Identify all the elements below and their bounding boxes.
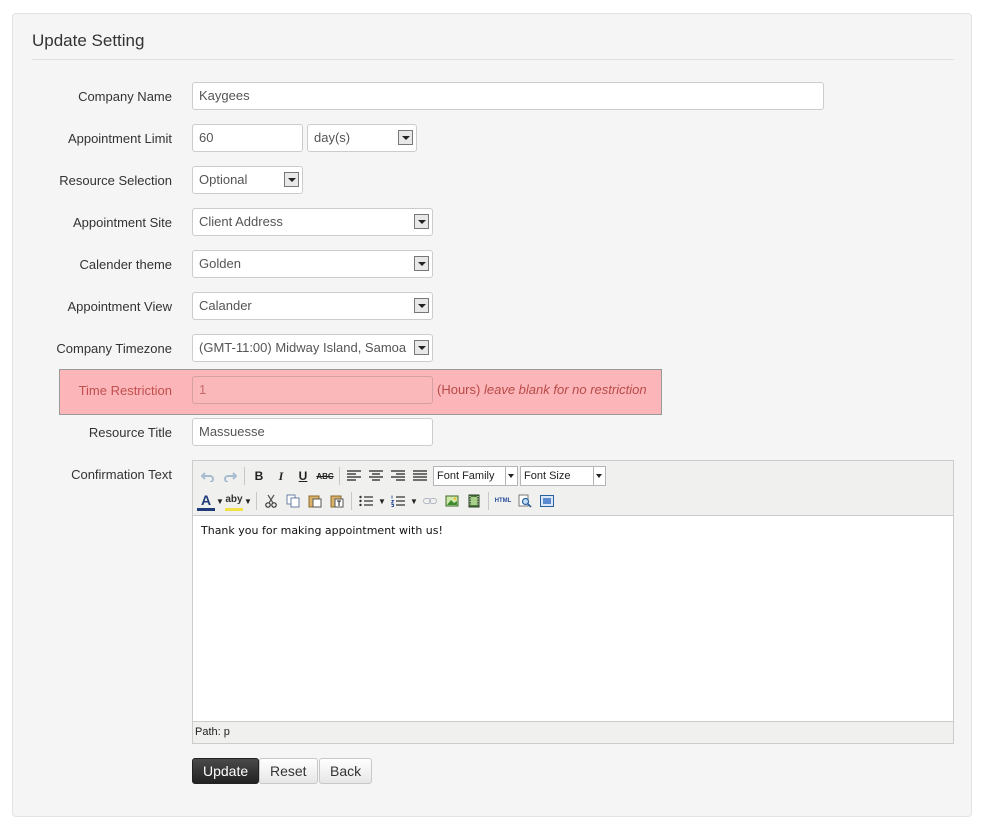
resource-selection-label: Resource Selection	[59, 173, 172, 188]
appointment-limit-unit-select[interactable]: day(s)	[307, 124, 417, 152]
redo-icon[interactable]	[219, 465, 241, 487]
editor-path-status: Path: p	[195, 726, 230, 738]
time-restriction-label: Time Restriction	[78, 383, 172, 398]
appointment-limit-input[interactable]: 60	[192, 124, 303, 152]
appointment-site-value: Client Address	[199, 214, 283, 229]
calendar-theme-label: Calender theme	[79, 257, 173, 272]
cut-icon[interactable]	[260, 490, 282, 512]
rich-text-editor: B I U ABC Font Family Font Size A ▼ aby …	[192, 460, 954, 744]
chevron-down-icon	[414, 214, 429, 229]
resource-title-input[interactable]: Massuesse	[192, 418, 433, 446]
company-timezone-value: (GMT-11:00) Midway Island, Samoa	[199, 340, 407, 355]
media-icon[interactable]	[463, 490, 485, 512]
time-restriction-hint-text: leave blank for no restriction	[483, 382, 647, 397]
appointment-site-label: Appointment Site	[72, 215, 172, 230]
chevron-down-icon	[398, 130, 413, 145]
calendar-theme-select[interactable]: Golden	[192, 250, 433, 278]
bullet-list-icon[interactable]	[355, 490, 377, 512]
align-justify-icon[interactable]	[409, 465, 431, 487]
numbered-list-icon[interactable]	[387, 490, 409, 512]
company-timezone-select[interactable]: (GMT-11:00) Midway Island, Samoa	[192, 334, 433, 362]
undo-icon[interactable]	[197, 465, 219, 487]
italic-icon[interactable]: I	[270, 465, 292, 487]
underline-icon[interactable]: U	[292, 465, 314, 487]
bullet-list-dropdown-icon[interactable]: ▼	[377, 490, 387, 512]
time-restriction-input[interactable]: 1	[192, 376, 433, 404]
text-color-dropdown-icon[interactable]: ▼	[215, 490, 225, 512]
appointment-view-label: Appointment View	[67, 299, 172, 314]
copy-icon[interactable]	[282, 490, 304, 512]
align-right-icon[interactable]	[387, 465, 409, 487]
paste-text-icon[interactable]	[326, 490, 348, 512]
font-size-select[interactable]: Font Size	[520, 466, 606, 486]
toolbar-separator	[244, 467, 245, 485]
appointment-limit-label: Appointment Limit	[67, 131, 172, 146]
company-timezone-label: Company Timezone	[56, 341, 172, 356]
image-icon[interactable]	[441, 490, 463, 512]
align-center-icon[interactable]	[365, 465, 387, 487]
preview-icon[interactable]	[514, 490, 536, 512]
chevron-down-icon	[284, 172, 299, 187]
page-title: Update Setting	[32, 31, 145, 50]
appointment-view-value: Calander	[199, 298, 252, 313]
appointment-limit-unit-value: day(s)	[314, 130, 351, 145]
chevron-down-icon	[414, 340, 429, 355]
appointment-view-select[interactable]: Calander	[192, 292, 433, 320]
toolbar-separator	[351, 492, 352, 510]
chevron-down-icon	[414, 256, 429, 271]
toolbar-separator	[339, 467, 340, 485]
editor-toolbar-row-2: A ▼ aby ▼ ▼ ▼ HTML	[197, 490, 558, 512]
editor-content-area[interactable]: Thank you for making appointment with us…	[193, 515, 953, 722]
chevron-down-icon	[414, 298, 429, 313]
bold-icon[interactable]: B	[248, 465, 270, 487]
company-name-label: Company Name	[78, 89, 172, 104]
calendar-theme-value: Golden	[199, 256, 241, 271]
title-divider	[32, 59, 954, 60]
font-family-select[interactable]: Font Family	[433, 466, 518, 486]
resource-title-label: Resource Title	[88, 425, 172, 440]
strikethrough-icon[interactable]: ABC	[314, 465, 336, 487]
paste-icon[interactable]	[304, 490, 326, 512]
highlight-color-icon[interactable]: aby	[225, 492, 243, 511]
editor-toolbar-row-1: B I U ABC Font Family Font Size	[197, 465, 606, 487]
fullscreen-icon[interactable]	[536, 490, 558, 512]
link-icon[interactable]	[419, 490, 441, 512]
appointment-site-select[interactable]: Client Address	[192, 208, 433, 236]
reset-button[interactable]: Reset	[259, 758, 318, 784]
time-restriction-hint-unit: (Hours)	[437, 382, 481, 397]
time-restriction-hint: (Hours) leave blank for no restriction	[437, 382, 647, 397]
toolbar-separator	[488, 492, 489, 510]
back-button[interactable]: Back	[319, 758, 373, 784]
resource-selection-select[interactable]: Optional	[192, 166, 303, 194]
toolbar-separator	[256, 492, 257, 510]
align-left-icon[interactable]	[343, 465, 365, 487]
numbered-list-dropdown-icon[interactable]: ▼	[409, 490, 419, 512]
company-name-input[interactable]: Kaygees	[192, 82, 824, 110]
resource-selection-value: Optional	[199, 172, 248, 187]
update-button[interactable]: Update	[192, 758, 260, 784]
html-source-icon[interactable]: HTML	[492, 490, 514, 512]
text-color-icon[interactable]: A	[197, 492, 215, 511]
confirmation-text-label: Confirmation Text	[71, 467, 172, 482]
highlight-color-dropdown-icon[interactable]: ▼	[243, 490, 253, 512]
